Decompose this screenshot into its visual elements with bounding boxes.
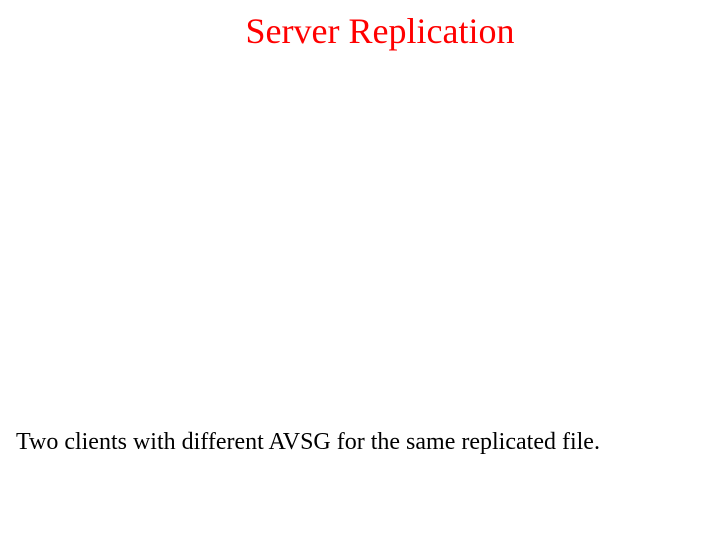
slide-caption: Two clients with different AVSG for the … <box>0 429 720 456</box>
slide-title: Server Replication <box>0 10 720 52</box>
